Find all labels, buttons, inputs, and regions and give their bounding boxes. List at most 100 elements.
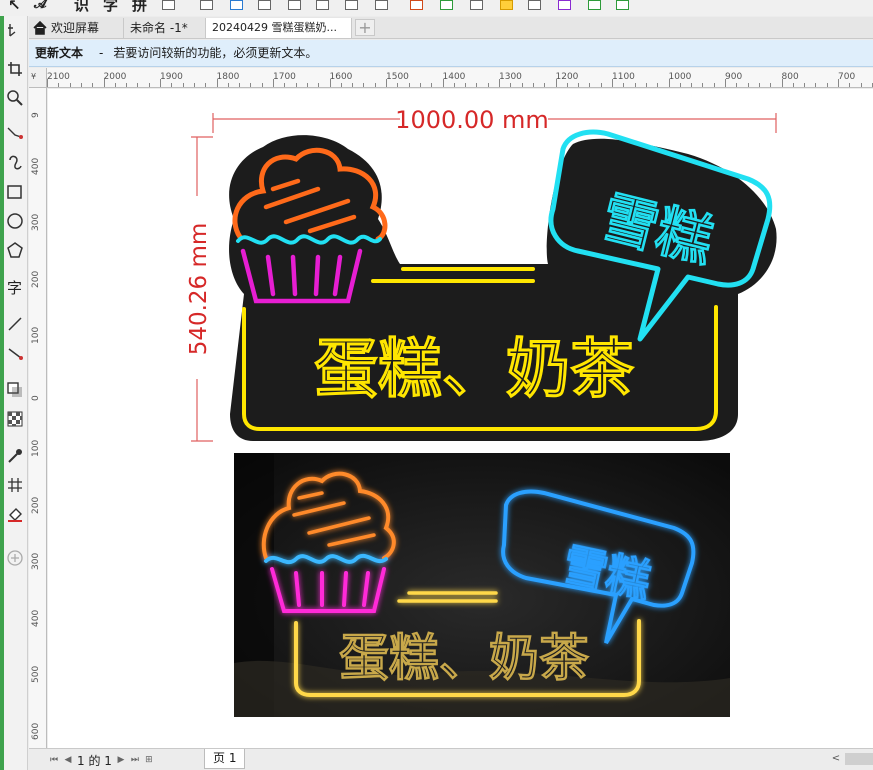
mesh-fill-icon[interactable] <box>6 476 24 494</box>
v-ruler-label: 0 <box>31 394 41 401</box>
combine-icon[interactable] <box>375 0 388 10</box>
page-tab-1[interactable]: 页 1 <box>204 749 246 769</box>
eyedropper-icon[interactable] <box>6 447 24 465</box>
h-ruler-tick <box>160 79 161 87</box>
h-ruler-tick <box>736 83 738 87</box>
h-ruler-tick <box>860 83 862 87</box>
text-style-icon[interactable]: 𝓐 <box>34 0 47 13</box>
polygon-icon[interactable] <box>6 241 24 259</box>
h-ruler-tick <box>612 79 613 87</box>
v-ruler-label: 500 <box>31 665 41 683</box>
zoom-icon[interactable] <box>6 89 24 107</box>
h-ruler-tick <box>80 83 82 87</box>
h-ruler-tick <box>114 83 116 87</box>
horizontal-ruler[interactable]: 2100 2000 1900 1800 1700 1600 1500 1400 1300 1200… <box>47 68 873 88</box>
first-page-icon[interactable]: ⏮ <box>49 755 59 765</box>
h-ruler-label: 1100 <box>612 72 635 82</box>
connector-icon[interactable] <box>6 344 24 362</box>
snap-icon[interactable] <box>230 0 243 10</box>
h-ruler-tick <box>374 83 376 87</box>
h-ruler-tick <box>555 79 557 87</box>
rectangle-icon[interactable] <box>6 183 24 201</box>
tab-welcome[interactable]: 欢迎屏幕 <box>29 18 124 38</box>
h-ruler-label: 1800 <box>216 72 240 82</box>
toolbar-label-1[interactable]: 识 <box>74 0 89 13</box>
layout-icon[interactable] <box>162 0 175 10</box>
shape-tool-icon[interactable] <box>6 22 24 40</box>
h-ruler-tick <box>419 83 421 87</box>
h-ruler-tick <box>532 83 534 87</box>
color-icon[interactable] <box>410 0 423 10</box>
h-ruler-tick <box>431 83 433 87</box>
horizontal-scrollbar-thumb[interactable] <box>845 753 873 765</box>
next-page-icon[interactable]: ▶ <box>116 755 126 765</box>
crop-icon[interactable] <box>6 60 24 78</box>
toolbar-label-3[interactable]: 拼 <box>132 0 147 13</box>
h-ruler-tick <box>205 83 207 87</box>
spray-icon[interactable] <box>558 0 571 10</box>
dots-icon[interactable] <box>528 0 541 10</box>
leaf-icon[interactable] <box>588 0 601 10</box>
add-page-icon[interactable]: ⊞ <box>144 755 154 765</box>
h-ruler-tick <box>713 83 715 87</box>
v-ruler-label: 300 <box>31 552 41 570</box>
last-page-icon[interactable]: ⏭ <box>130 755 140 765</box>
h-ruler-tick <box>148 83 150 87</box>
align-icon[interactable] <box>258 0 271 10</box>
vertical-ruler[interactable]: 9 400 300 200 100 0 100 200 300 400 500 600 <box>29 88 47 748</box>
h-ruler-tick <box>182 83 184 87</box>
h-ruler-tick <box>47 79 48 87</box>
image-icon[interactable] <box>440 0 453 10</box>
v-ruler-label: 9 <box>31 112 41 118</box>
h-ruler-tick <box>804 83 806 87</box>
h-ruler-tick <box>284 83 286 87</box>
grid-icon[interactable] <box>200 0 213 10</box>
h-ruler-tick <box>397 83 399 87</box>
notice-separator: - <box>99 46 104 60</box>
h-ruler-tick <box>747 83 749 87</box>
ellipse-icon[interactable] <box>6 212 24 230</box>
distribute-icon[interactable] <box>288 0 301 10</box>
transparency-icon[interactable] <box>6 410 24 428</box>
h-ruler-tick <box>193 83 195 87</box>
document-tabs: 欢迎屏幕 未命名 -1* 20240429 雪糕蛋糕奶... + <box>29 17 873 39</box>
pointer-icon[interactable]: ↖ <box>8 0 21 13</box>
notice-message: 若要访问较新的功能，必须更新文本。 <box>113 46 318 60</box>
width-dimension-label: 1000.00 mm <box>395 106 549 134</box>
order-icon[interactable] <box>316 0 329 10</box>
h-ruler-tick <box>702 83 704 87</box>
tab-untitled-label: 未命名 -1* <box>130 21 188 35</box>
page-navigation-bar: ⏮ ◀ 1 的 1 ▶ ⏭ ⊞ 页 1 < <box>29 748 873 770</box>
h-ruler-tick <box>239 83 241 87</box>
add-tab-button[interactable]: + <box>355 19 375 36</box>
h-ruler-tick <box>657 83 659 87</box>
update-notice-bar: 更新文本 - 若要访问较新的功能，必须更新文本。 <box>29 40 873 67</box>
shadow-icon[interactable] <box>6 381 24 399</box>
tab-untitled[interactable]: 未命名 -1* <box>124 18 206 38</box>
line-tool-icon[interactable] <box>6 315 24 333</box>
page-count: 1 的 1 <box>77 753 112 768</box>
tab-document[interactable]: 20240429 雪糕蛋糕奶... <box>206 18 352 38</box>
app-icon[interactable] <box>616 0 629 10</box>
corel-app-window: ↖ 𝓐 识 字 拼 字 欢迎屏幕 未命名 -1* 20240429 雪糕蛋糕奶.… <box>0 0 873 770</box>
reference-photo[interactable]: 雪糕 蛋糕、奶茶 <box>234 453 730 717</box>
h-ruler-label: 2000 <box>103 72 127 82</box>
freehand-icon[interactable] <box>6 125 24 143</box>
trace-icon[interactable] <box>470 0 483 10</box>
drawing-canvas[interactable]: 1000.00 mm 540.26 mm 雪糕 蛋糕、奶茶 雪糕 蛋糕、奶茶 <box>48 89 873 748</box>
ruler-origin[interactable]: ¥ <box>29 68 47 88</box>
h-ruler-tick <box>216 79 218 87</box>
h-ruler-tick <box>826 83 828 87</box>
text-tool-icon[interactable]: 字 <box>6 278 24 297</box>
group-icon[interactable] <box>345 0 358 10</box>
curve-icon[interactable] <box>6 154 24 172</box>
palette-icon[interactable] <box>500 0 513 10</box>
h-ruler-label: 1200 <box>555 72 579 82</box>
h-ruler-tick <box>329 79 331 87</box>
add-tool-icon[interactable] <box>6 549 24 567</box>
h-ruler-label: 1700 <box>273 72 296 82</box>
prev-page-icon[interactable]: ◀ <box>63 755 73 765</box>
fill-icon[interactable] <box>6 505 24 523</box>
scroll-left-button[interactable]: < <box>829 752 843 766</box>
toolbar-label-2[interactable]: 字 <box>103 0 118 13</box>
